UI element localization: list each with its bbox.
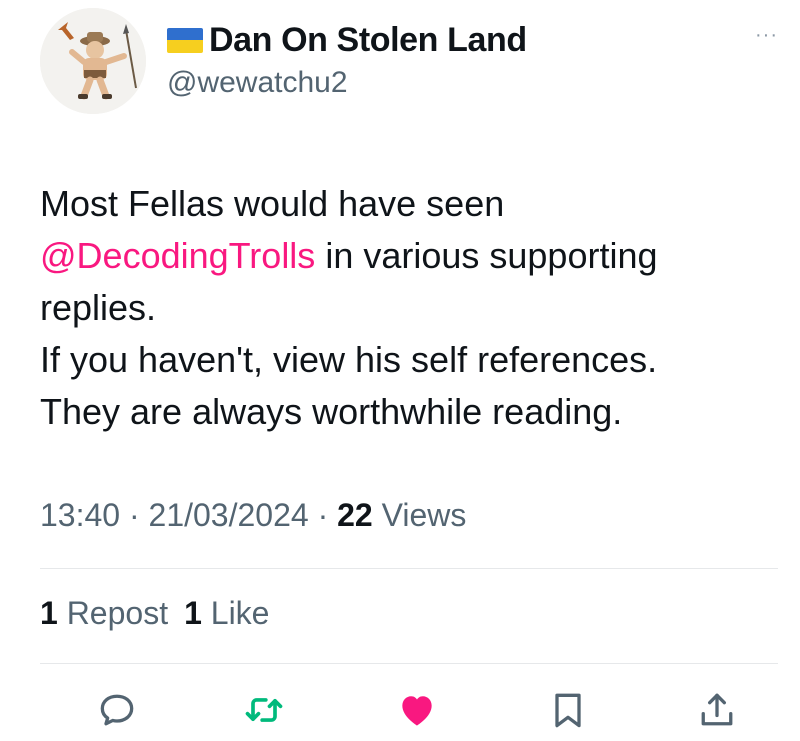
author-name-row[interactable]: Dan On Stolen Land [167, 18, 527, 62]
repost-icon [245, 698, 283, 722]
meta-separator: · [308, 497, 338, 533]
more-options-icon[interactable]: ··· [755, 24, 778, 47]
author-handle[interactable]: @wewatchu2 [167, 66, 348, 100]
mention-link[interactable]: @DecodingTrolls [40, 235, 315, 276]
action-bar [0, 688, 800, 736]
likes-label: Like [201, 595, 270, 631]
likes-count: 1 [184, 595, 202, 631]
repost-button[interactable] [242, 688, 286, 732]
avatar[interactable] [40, 8, 146, 114]
reposts-count: 1 [40, 595, 58, 631]
reply-icon [100, 694, 134, 726]
tweet-time[interactable]: 13:40 [40, 497, 120, 533]
share-button[interactable] [695, 688, 739, 732]
reposts-stat[interactable]: 1 Repost [40, 595, 168, 631]
tweet-text: Most Fellas would have seen @DecodingTro… [40, 178, 770, 438]
author-display-name[interactable]: Dan On Stolen Land [209, 21, 527, 60]
tweet-meta: 13:40 · 21/03/2024 · 22 Views [40, 497, 466, 534]
divider [40, 663, 778, 664]
likes-stat[interactable]: 1 Like [184, 595, 269, 631]
tweet-line-1: Most Fellas would have seen [40, 183, 505, 224]
reposts-label: Repost [57, 595, 169, 631]
engagement-stats: 1 Repost 1 Like [40, 595, 269, 632]
tweet-date[interactable]: 21/03/2024 [149, 497, 309, 533]
views-label: Views [372, 497, 467, 533]
bookmark-button[interactable] [546, 688, 590, 732]
tweet-line-3: If you haven't, view his self references… [40, 339, 658, 380]
meta-separator: · [120, 497, 149, 533]
heart-icon [402, 696, 432, 726]
views-count: 22 [337, 497, 373, 533]
like-button[interactable] [395, 688, 439, 732]
share-icon [701, 693, 733, 726]
tweet-line-4: They are always worthwhile reading. [40, 391, 623, 432]
ukraine-flag-icon [167, 27, 203, 53]
cartoon-hunter-avatar-icon [40, 8, 146, 114]
reply-button[interactable] [95, 688, 139, 732]
divider [40, 568, 778, 569]
bookmark-icon [555, 693, 581, 728]
